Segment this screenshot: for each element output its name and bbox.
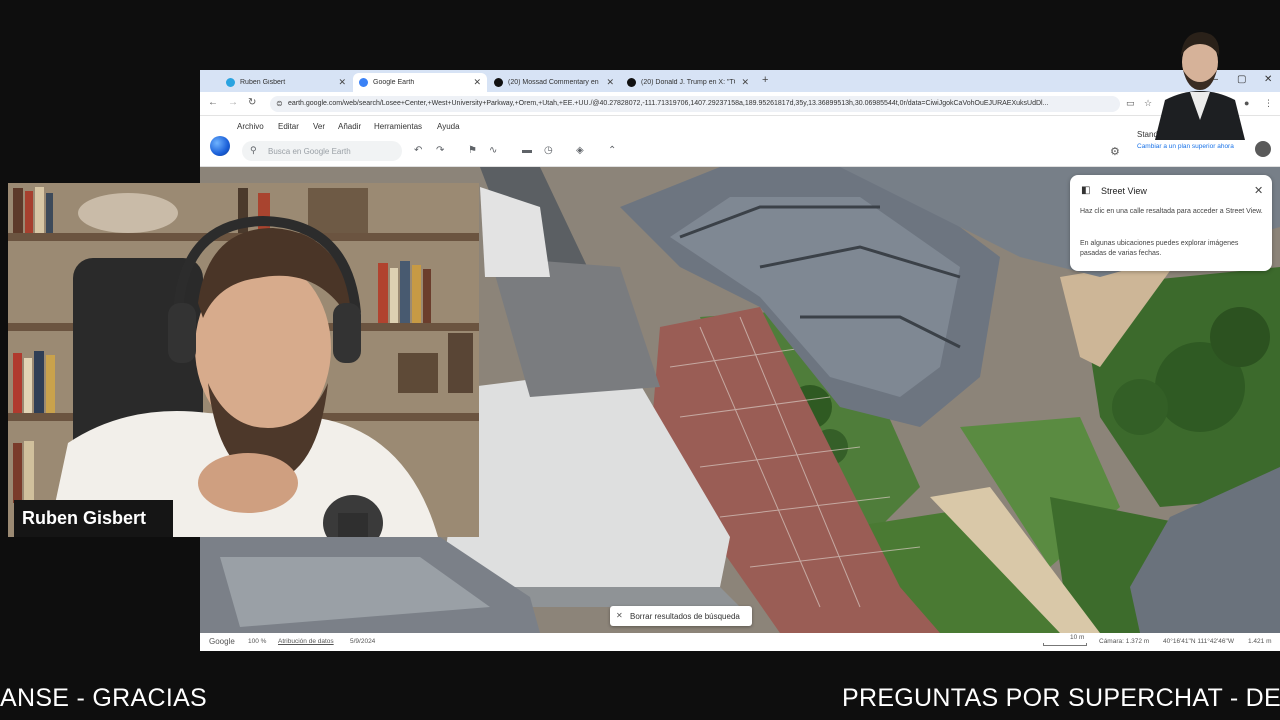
scale-label: 10 m (1070, 634, 1085, 641)
google-earth-icon (359, 78, 368, 87)
forward-icon[interactable]: → (228, 97, 238, 108)
street-view-history-hint: En algunas ubicaciones puedes explorar i… (1080, 240, 1239, 257)
camera-altitude: Cámara: 1.372 m (1099, 638, 1150, 645)
back-icon[interactable]: ← (208, 97, 218, 108)
search-input[interactable]: ⚲ Busca en Google Earth (242, 141, 402, 161)
tab-title: Google Earth (373, 79, 415, 86)
telegram-icon (226, 78, 235, 87)
settings-gear-icon[interactable]: ⚙ (1110, 145, 1120, 158)
search-icon: ⚲ (250, 145, 257, 155)
ticker-text-left: ANSE - GRACIAS (0, 684, 208, 712)
site-info-icon[interactable]: ⊜ (276, 99, 283, 108)
measure-icon[interactable]: ▬ (522, 145, 532, 156)
url-text: earth.google.com/web/search/Losee+Center… (288, 100, 1049, 107)
upgrade-plan-link[interactable]: Cambiar a un plan superior ahora (1137, 143, 1234, 150)
close-icon[interactable]: ✕ (338, 77, 346, 88)
stream-frame: Ruben Gisbert ✕ Google Earth ✕ (20) Moss… (0, 0, 1280, 720)
add-placemark-icon[interactable]: ⚑ (468, 145, 477, 156)
menu-archivo[interactable]: Archivo (237, 122, 264, 131)
clear-search-results-button[interactable]: ✕ Borrar resultados de búsqueda (610, 606, 752, 626)
host-name-tag: Ruben Gisbert (14, 500, 173, 537)
close-icon: ✕ (616, 611, 623, 620)
chevron-up-icon[interactable]: ⌃ (608, 145, 616, 156)
add-path-icon[interactable]: ∿ (489, 145, 497, 156)
redo-icon[interactable]: ↷ (436, 145, 444, 156)
historical-imagery-icon[interactable]: ◷ (544, 145, 553, 156)
street-view-panel: ◧ Street View ✕ Haz clic en una calle re… (1070, 175, 1272, 271)
google-logo: Google (209, 637, 235, 646)
install-app-icon[interactable]: ▭ (1126, 98, 1135, 109)
earth-menu-bar: Archivo Editar Ver Añadir Herramientas A… (200, 116, 1280, 136)
account-avatar[interactable] (1255, 141, 1271, 157)
news-ticker: ANSE - GRACIAS PREGUNTAS POR SUPERCHAT -… (0, 678, 1280, 720)
status-bar: Google 100 % Atribución de datos 5/9/202… (200, 633, 1280, 651)
clear-search-label: Borrar resultados de búsqueda (630, 612, 740, 621)
close-icon[interactable]: ✕ (606, 77, 614, 88)
tab-ruben-gisbert[interactable]: Ruben Gisbert ✕ (220, 73, 352, 92)
layers-icon[interactable]: ◈ (576, 145, 584, 156)
zoom-readout: 100 % (248, 638, 267, 645)
close-window-icon[interactable]: ✕ (1264, 74, 1272, 85)
url-field[interactable]: ⊜ earth.google.com/web/search/Losee+Cent… (270, 96, 1120, 112)
tab-google-earth[interactable]: Google Earth ✕ (353, 73, 487, 92)
menu-editar[interactable]: Editar (278, 122, 299, 131)
coordinates-readout: 40°16'41"N 111°42'46"W (1163, 638, 1234, 645)
browser-menu-icon[interactable]: ⋮ (1264, 98, 1273, 109)
host-avatar (1155, 32, 1245, 140)
street-view-icon: ◧ (1081, 185, 1091, 196)
host-video (8, 183, 479, 537)
ticker-text-right: PREGUNTAS POR SUPERCHAT - DE (842, 684, 1280, 712)
x-icon (494, 78, 503, 87)
tab-strip: Ruben Gisbert ✕ Google Earth ✕ (20) Moss… (200, 70, 1280, 92)
ground-altitude: 1.421 m (1248, 638, 1272, 645)
menu-herramientas[interactable]: Herramientas (374, 122, 422, 131)
new-tab-icon[interactable]: + (762, 74, 768, 86)
close-icon[interactable]: ✕ (1254, 184, 1263, 197)
reload-icon[interactable]: ↻ (248, 97, 256, 108)
menu-anadir[interactable]: Añadir (338, 122, 361, 131)
street-view-title: Street View (1101, 186, 1147, 196)
google-earth-logo[interactable] (210, 136, 230, 156)
search-placeholder: Busca en Google Earth (268, 147, 351, 156)
tab-mossad-commentary[interactable]: (20) Mossad Commentary en X ✕ (488, 73, 620, 92)
tab-title: (20) Mossad Commentary en X (508, 79, 601, 86)
earth-toolbar: ⚲ Busca en Google Earth ↶ ↷ ⚑ ∿ ▬ ◷ ◈ ⌃ … (200, 130, 1280, 166)
undo-icon[interactable]: ↶ (414, 145, 422, 156)
menu-ayuda[interactable]: Ayuda (437, 122, 460, 131)
tab-title: (20) Donald J. Trump en X: "TO (641, 79, 736, 86)
x-icon (627, 78, 636, 87)
scale-bar (1043, 643, 1087, 646)
tab-donald-trump[interactable]: (20) Donald J. Trump en X: "TO ✕ (621, 73, 755, 92)
close-icon[interactable]: ✕ (741, 77, 749, 88)
close-icon[interactable]: ✕ (473, 77, 481, 88)
tab-title: Ruben Gisbert (240, 79, 286, 86)
street-view-hint: Haz clic en una calle resaltada para acc… (1080, 208, 1263, 215)
webcam-feed (8, 183, 479, 537)
data-attribution-link[interactable]: Atribución de datos (278, 638, 334, 645)
address-bar: ← → ↻ ⊜ earth.google.com/web/search/Lose… (200, 92, 1280, 116)
menu-ver[interactable]: Ver (313, 122, 325, 131)
imagery-date: 5/9/2024 (350, 638, 376, 645)
